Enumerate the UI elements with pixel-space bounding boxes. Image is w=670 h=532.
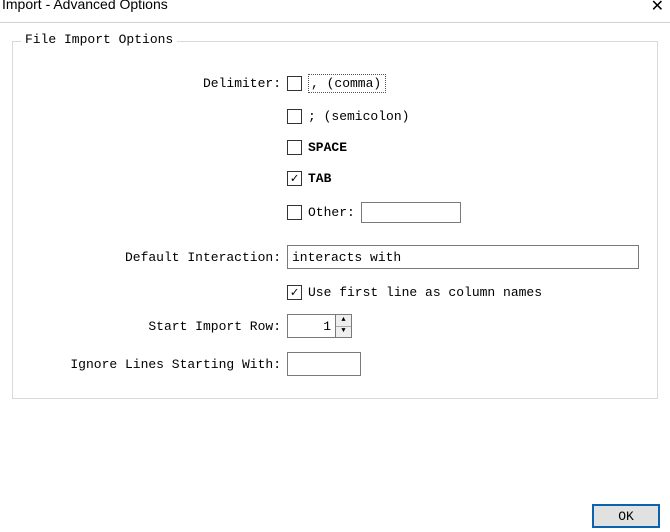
delimiter-other-label: Other:	[308, 205, 355, 220]
ignore-lines-label: Ignore Lines Starting With:	[29, 357, 287, 372]
delimiter-semicolon-checkbox[interactable]	[287, 109, 302, 124]
title-bar: Import - Advanced Options ✕	[0, 0, 670, 22]
default-interaction-row: Default Interaction:	[29, 245, 641, 269]
spinner-up-icon[interactable]: ▲	[336, 315, 351, 327]
close-icon[interactable]: ✕	[634, 0, 666, 14]
use-first-line-row: Use first line as column names	[29, 285, 641, 300]
ignore-lines-row: Ignore Lines Starting With:	[29, 352, 641, 376]
title-separator	[0, 22, 670, 23]
delimiter-space-checkbox[interactable]	[287, 140, 302, 155]
delimiter-tab-row: TAB	[29, 171, 641, 186]
start-import-row: Start Import Row: ▲ ▼	[29, 314, 641, 338]
use-first-line-checkbox[interactable]	[287, 285, 302, 300]
delimiter-other-checkbox[interactable]	[287, 205, 302, 220]
delimiter-tab-checkbox[interactable]	[287, 171, 302, 186]
ok-button[interactable]: OK	[592, 504, 660, 528]
start-import-row-input[interactable]	[287, 314, 335, 338]
use-first-line-label: Use first line as column names	[308, 285, 542, 300]
delimiter-comma-checkbox[interactable]	[287, 76, 302, 91]
delimiter-other-row: Other:	[29, 202, 641, 223]
delimiter-semicolon-label: ; (semicolon)	[308, 109, 409, 124]
default-interaction-input[interactable]	[287, 245, 639, 269]
delimiter-semicolon-row: ; (semicolon)	[29, 109, 641, 124]
ignore-lines-input[interactable]	[287, 352, 361, 376]
delimiter-label: Delimiter:	[29, 76, 287, 91]
spinner-down-icon[interactable]: ▼	[336, 327, 351, 338]
start-import-row-spinner[interactable]: ▲ ▼	[287, 314, 352, 338]
delimiter-other-input[interactable]	[361, 202, 461, 223]
delimiter-row: Delimiter: , (comma)	[29, 74, 641, 93]
delimiter-space-row: SPACE	[29, 140, 641, 155]
file-import-options-group: File Import Options Delimiter: , (comma)…	[12, 41, 658, 399]
delimiter-space-label: SPACE	[308, 140, 347, 155]
delimiter-tab-label: TAB	[308, 171, 331, 186]
delimiter-comma-label: , (comma)	[308, 74, 386, 93]
start-import-row-label: Start Import Row:	[29, 319, 287, 334]
default-interaction-label: Default Interaction:	[29, 250, 287, 265]
group-legend: File Import Options	[21, 32, 177, 47]
window-title: Import - Advanced Options	[0, 0, 168, 12]
